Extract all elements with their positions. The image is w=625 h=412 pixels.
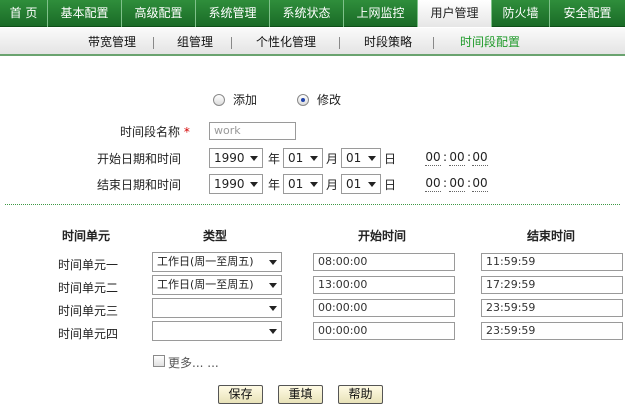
name-label-wrap: 时间段名称 * [120,123,190,140]
chevron-down-icon [269,329,277,334]
subnav-separator [231,37,232,49]
start-year-select[interactable]: 1990 [209,148,263,168]
subnav-separator [339,37,340,49]
start-hour-input[interactable]: 00 [425,149,441,166]
header-type: 类型 [203,229,228,243]
help-button[interactable]: 帮助 [338,385,383,404]
unit-end-input-1[interactable]: 11:59:59 [481,253,623,271]
start-month-value: 01 [288,151,304,165]
tab-system-status[interactable]: 系统状态 [270,0,344,27]
unit-end-input-2[interactable]: 17:29:59 [481,276,623,294]
unit-start-input-3[interactable]: 00:00:00 [313,299,455,317]
reset-button[interactable]: 重填 [278,385,323,404]
name-label: 时间段名称 [120,125,181,139]
start-day-select[interactable]: 01 [341,148,381,168]
subnav-group[interactable]: 组管理 [177,28,213,56]
start-month-unit: 月 [326,152,339,166]
name-input[interactable]: work [209,122,296,140]
header-start-time: 开始时间 [358,229,407,243]
add-radio-label: 添加 [233,93,258,107]
header-time-unit: 时间单元 [62,229,111,243]
add-radio[interactable] [213,93,225,106]
chevron-down-icon [250,182,258,187]
start-day-unit: 日 [384,152,397,166]
tab-security-config[interactable]: 安全配置 [550,0,625,27]
top-nav: 首 页 基本配置 高级配置 系统管理 系统状态 上网监控 用户管理 防火墙 安全… [0,0,625,27]
more-checkbox[interactable] [153,355,165,367]
end-day-value: 01 [346,177,362,191]
edit-radio[interactable] [297,93,310,106]
tab-basic-config[interactable]: 基本配置 [48,0,122,27]
end-month-unit: 月 [326,178,339,192]
unit-type-select-4[interactable] [152,321,282,341]
start-year-value: 1990 [214,151,245,165]
end-hour-input[interactable]: 00 [425,175,441,192]
start-datetime-label: 开始日期和时间 [97,152,182,166]
start-year-unit: 年 [268,152,281,166]
chevron-down-icon [269,260,277,265]
more-label: 更多... ... [168,356,219,370]
tab-home[interactable]: 首 页 [0,0,48,27]
mode-radio-group: 添加 修改 [213,91,381,108]
tab-advanced-config[interactable]: 高级配置 [122,0,196,27]
tab-user-management[interactable]: 用户管理 [418,0,492,27]
end-day-unit: 日 [384,178,397,192]
end-second-input[interactable]: 00 [472,175,488,192]
start-minute-input[interactable]: 00 [449,149,465,166]
unit-label-1: 时间单元一 [58,258,119,272]
time-colon: : [443,150,448,164]
end-year-select[interactable]: 1990 [209,174,263,194]
tab-firewall[interactable]: 防火墙 [492,0,550,27]
chevron-down-icon [368,156,376,161]
unit-label-3: 时间单元三 [58,304,119,318]
unit-type-value-2: 工作日(周一至周五) [157,278,254,291]
chevron-down-icon [269,306,277,311]
unit-label-4: 时间单元四 [58,327,119,341]
tab-internet-monitor[interactable]: 上网监控 [344,0,418,27]
subnav-time-policy[interactable]: 时段策略 [364,28,412,56]
unit-type-select-3[interactable] [152,298,282,318]
chevron-down-icon [250,156,258,161]
save-button[interactable]: 保存 [218,385,263,404]
end-month-value: 01 [288,177,304,191]
end-year-unit: 年 [268,178,281,192]
sub-nav: 带宽管理 组管理 个性化管理 时段策略 时间段配置 [0,28,625,56]
end-day-select[interactable]: 01 [341,174,381,194]
start-month-select[interactable]: 01 [283,148,323,168]
time-colon: : [467,150,472,164]
tab-system-management[interactable]: 系统管理 [196,0,270,27]
end-minute-input[interactable]: 00 [449,175,465,192]
chevron-down-icon [310,182,318,187]
unit-type-value-1: 工作日(周一至周五) [157,255,254,268]
edit-radio-label: 修改 [317,93,342,107]
subnav-separator [153,37,154,49]
time-colon: : [467,176,472,190]
unit-end-input-4[interactable]: 23:59:59 [481,322,623,340]
chevron-down-icon [269,283,277,288]
unit-start-input-4[interactable]: 00:00:00 [313,322,455,340]
required-mark: * [183,125,190,139]
subnav-separator [433,37,434,49]
subnav-personalize[interactable]: 个性化管理 [256,28,316,56]
end-datetime-label: 结束日期和时间 [97,178,182,192]
chevron-down-icon [310,156,318,161]
start-second-input[interactable]: 00 [472,149,488,166]
time-colon: : [443,176,448,190]
header-end-time: 结束时间 [527,229,576,243]
section-divider [5,204,620,205]
chevron-down-icon [368,182,376,187]
end-month-select[interactable]: 01 [283,174,323,194]
end-year-value: 1990 [214,177,245,191]
subnav-time-period-config[interactable]: 时间段配置 [460,28,520,56]
unit-start-input-2[interactable]: 13:00:00 [313,276,455,294]
unit-label-2: 时间单元二 [58,281,119,295]
subnav-bandwidth[interactable]: 带宽管理 [88,28,136,56]
unit-type-select-2[interactable]: 工作日(周一至周五) [152,275,282,295]
unit-type-select-1[interactable]: 工作日(周一至周五) [152,252,282,272]
start-day-value: 01 [346,151,362,165]
unit-start-input-1[interactable]: 08:00:00 [313,253,455,271]
unit-end-input-3[interactable]: 23:59:59 [481,299,623,317]
